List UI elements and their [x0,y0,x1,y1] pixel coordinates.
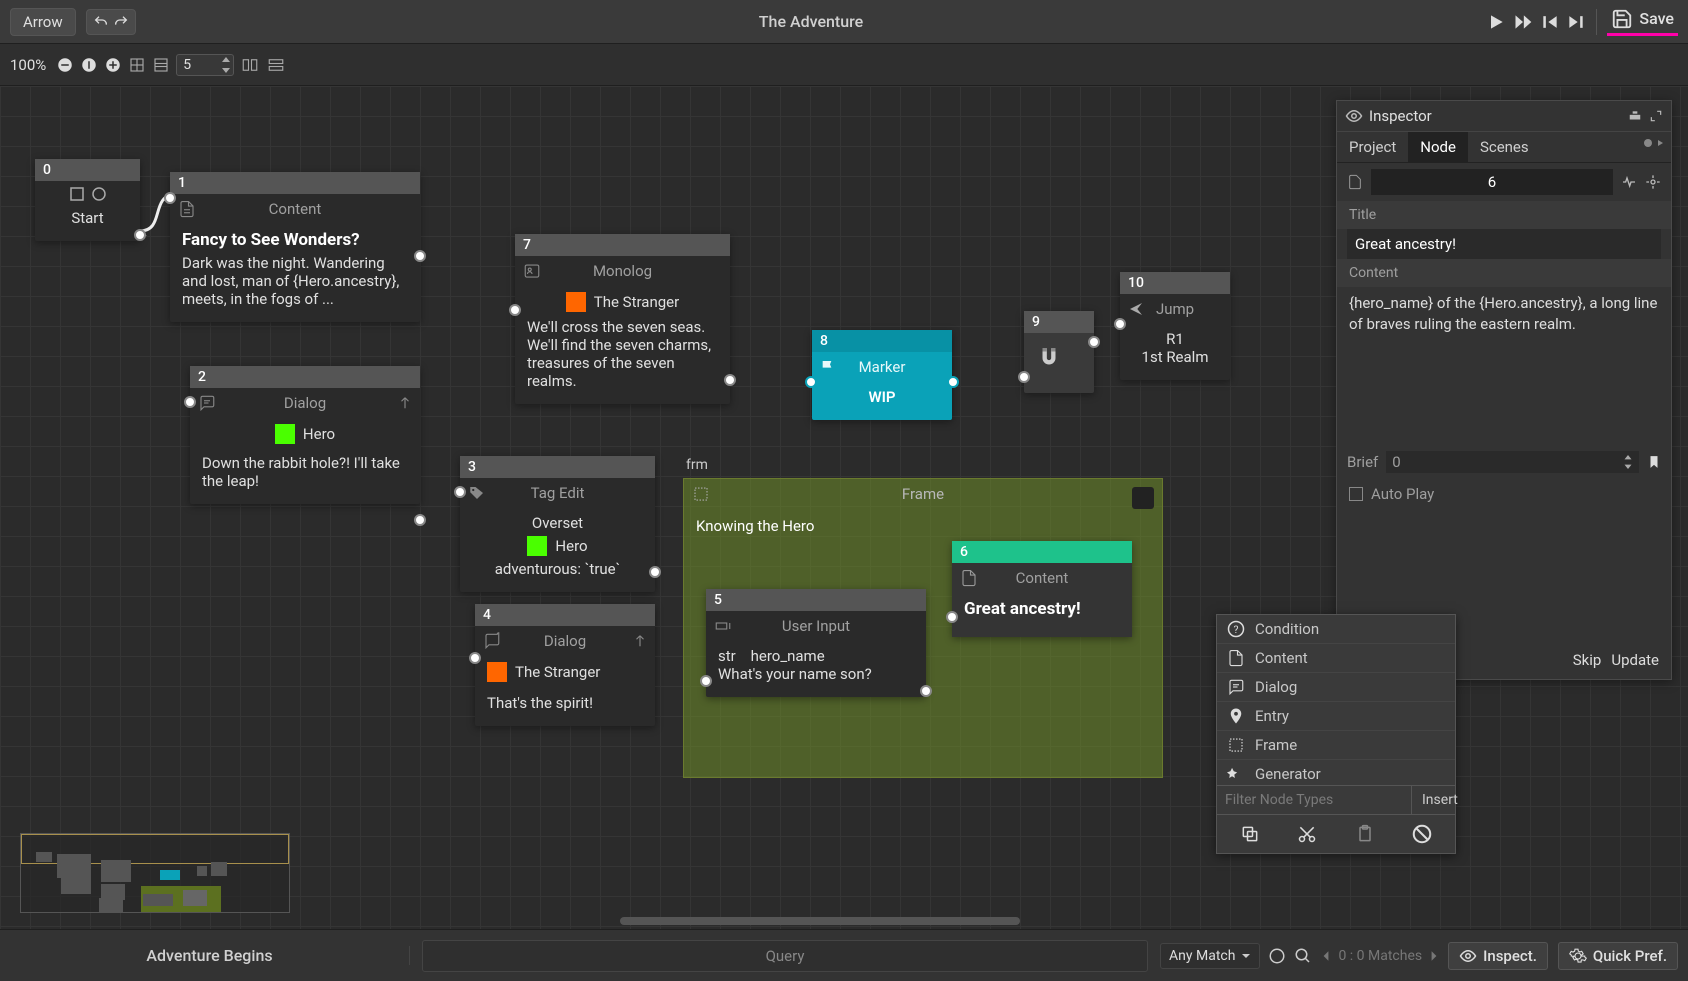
zoom-in-icon[interactable] [104,56,122,74]
pulse-icon[interactable] [1621,174,1637,190]
filter-input[interactable] [1217,786,1411,814]
scene-label[interactable]: Adventure Begins [10,946,410,965]
step-forward-icon[interactable] [1566,12,1586,32]
autoplay-checkbox[interactable]: Auto Play [1337,477,1671,511]
project-title: The Adventure [136,12,1487,31]
document-icon [178,200,196,218]
inspect-button[interactable]: Inspect. [1448,942,1548,970]
layout-icon-1[interactable] [240,56,260,74]
node-id: 0 [35,159,140,181]
layout-icon-2[interactable] [266,56,286,74]
tool-arrow-button[interactable]: Arrow [10,8,76,36]
canvas-scrollbar[interactable] [620,917,1020,925]
quickpref-button[interactable]: Quick Pref. [1558,942,1678,970]
zoom-label: 100% [10,56,46,74]
insert-node-menu[interactable]: ?Condition Content Dialog Entry Frame Ge… [1216,614,1456,854]
menu-item-dialog[interactable]: Dialog [1217,673,1455,702]
circle-icon [92,187,106,201]
fast-forward-icon[interactable] [1512,12,1534,32]
tag-icon [468,484,486,502]
person-card-icon [523,262,541,280]
dock-icon[interactable] [1627,109,1643,123]
inspector-panel[interactable]: Inspector Project Node Scenes Title Grea… [1336,100,1672,680]
node-2-dialog[interactable]: 2 Dialog Hero Down the rabbit hole?! I'l… [190,366,420,504]
update-button[interactable]: Update [1611,651,1659,669]
add-icon[interactable] [633,634,647,648]
frame-icon [692,485,710,503]
node-id: 1 [170,172,420,194]
title-field[interactable]: Great ancestry! [1347,229,1661,259]
skip-button[interactable]: Skip [1573,651,1602,669]
menu-item-frame[interactable]: Frame [1217,731,1455,760]
grid-step-spinner[interactable] [176,54,234,76]
menu-item-condition[interactable]: ?Condition [1217,615,1455,644]
query-input[interactable]: Query [422,940,1148,972]
regex-icon[interactable] [1268,947,1286,965]
snap-grid-icon[interactable] [128,56,146,74]
undo-icon[interactable] [93,14,109,30]
zoom-reset-icon[interactable] [80,56,98,74]
chat-icon [483,632,501,650]
target-icon[interactable] [1645,174,1661,190]
node-7-monolog[interactable]: 7 Monolog The Stranger We'll cross the s… [515,234,730,404]
bookmark-icon[interactable] [1647,454,1661,470]
chevron-left-icon[interactable] [1320,950,1332,962]
arrow-icon [1128,301,1144,317]
menu-item-entry[interactable]: Entry [1217,702,1455,731]
tab-node[interactable]: Node [1408,132,1468,162]
node-0-entry[interactable]: 0 Start [35,159,140,241]
tab-scenes[interactable]: Scenes [1468,132,1541,162]
history-buttons[interactable] [86,9,136,35]
gear-icon [1569,947,1587,965]
chevron-right-icon[interactable] [1428,950,1440,962]
collapse-icon[interactable] [1132,487,1154,509]
tab-project[interactable]: Project [1337,132,1408,162]
node-9-magnet[interactable]: 9 [1024,311,1094,393]
copy-action[interactable] [1235,821,1265,847]
flag-icon [820,359,836,375]
snap-divisions-icon[interactable] [152,56,170,74]
square-icon [70,187,84,201]
speaker-color [566,292,586,312]
eye-icon [1345,107,1363,125]
document-icon [960,569,978,587]
search-icon[interactable] [1294,947,1312,965]
svg-text:?: ? [1234,623,1239,636]
brief-spinner[interactable]: 0 [1386,451,1639,473]
node-6-content[interactable]: 6 Content Great ancestry! [952,541,1132,637]
menu-item-content[interactable]: Content [1217,644,1455,673]
save-icon [1611,8,1633,30]
redo-icon[interactable] [113,14,129,30]
eye-icon [1459,947,1477,965]
speaker-color [275,424,295,444]
node-5-userinput[interactable]: 5 User Input str hero_name What's your n… [706,589,926,697]
insert-button[interactable]: Insert [1411,786,1468,814]
zoom-out-icon[interactable] [56,56,74,74]
input-icon [714,617,732,635]
node-4-dialog[interactable]: 4 Dialog The Stranger That's the spirit! [475,604,655,726]
save-button[interactable]: Save [1607,8,1678,36]
paste-action[interactable] [1350,821,1380,847]
content-field[interactable]: {hero_name} of the {Hero.ancestry}, a lo… [1337,287,1671,447]
play-icon[interactable] [1486,12,1506,32]
node-1-content[interactable]: 1 Content Fancy to See Wonders? Dark was… [170,172,420,322]
cut-action[interactable] [1292,821,1322,847]
tab-pager[interactable] [1637,132,1671,162]
node-3-tagedit[interactable]: 3 Tag Edit Overset Hero adventurous: `tr… [460,456,655,592]
node-8-marker[interactable]: 8 Marker WIP [812,330,952,420]
magnet-icon [1036,345,1062,371]
add-icon[interactable] [398,396,412,410]
node-id-field[interactable] [1371,169,1613,195]
step-back-icon[interactable] [1540,12,1560,32]
document-icon [1347,174,1363,190]
expand-icon[interactable] [1649,109,1663,123]
delete-action[interactable] [1407,821,1437,847]
minimap[interactable] [20,833,290,913]
match-mode-select[interactable]: Any Match [1160,943,1260,969]
node-10-jump[interactable]: 10 Jump R1 1st Realm [1120,272,1230,380]
menu-item-generator[interactable]: Generator [1217,760,1455,785]
chat-icon [198,394,216,412]
